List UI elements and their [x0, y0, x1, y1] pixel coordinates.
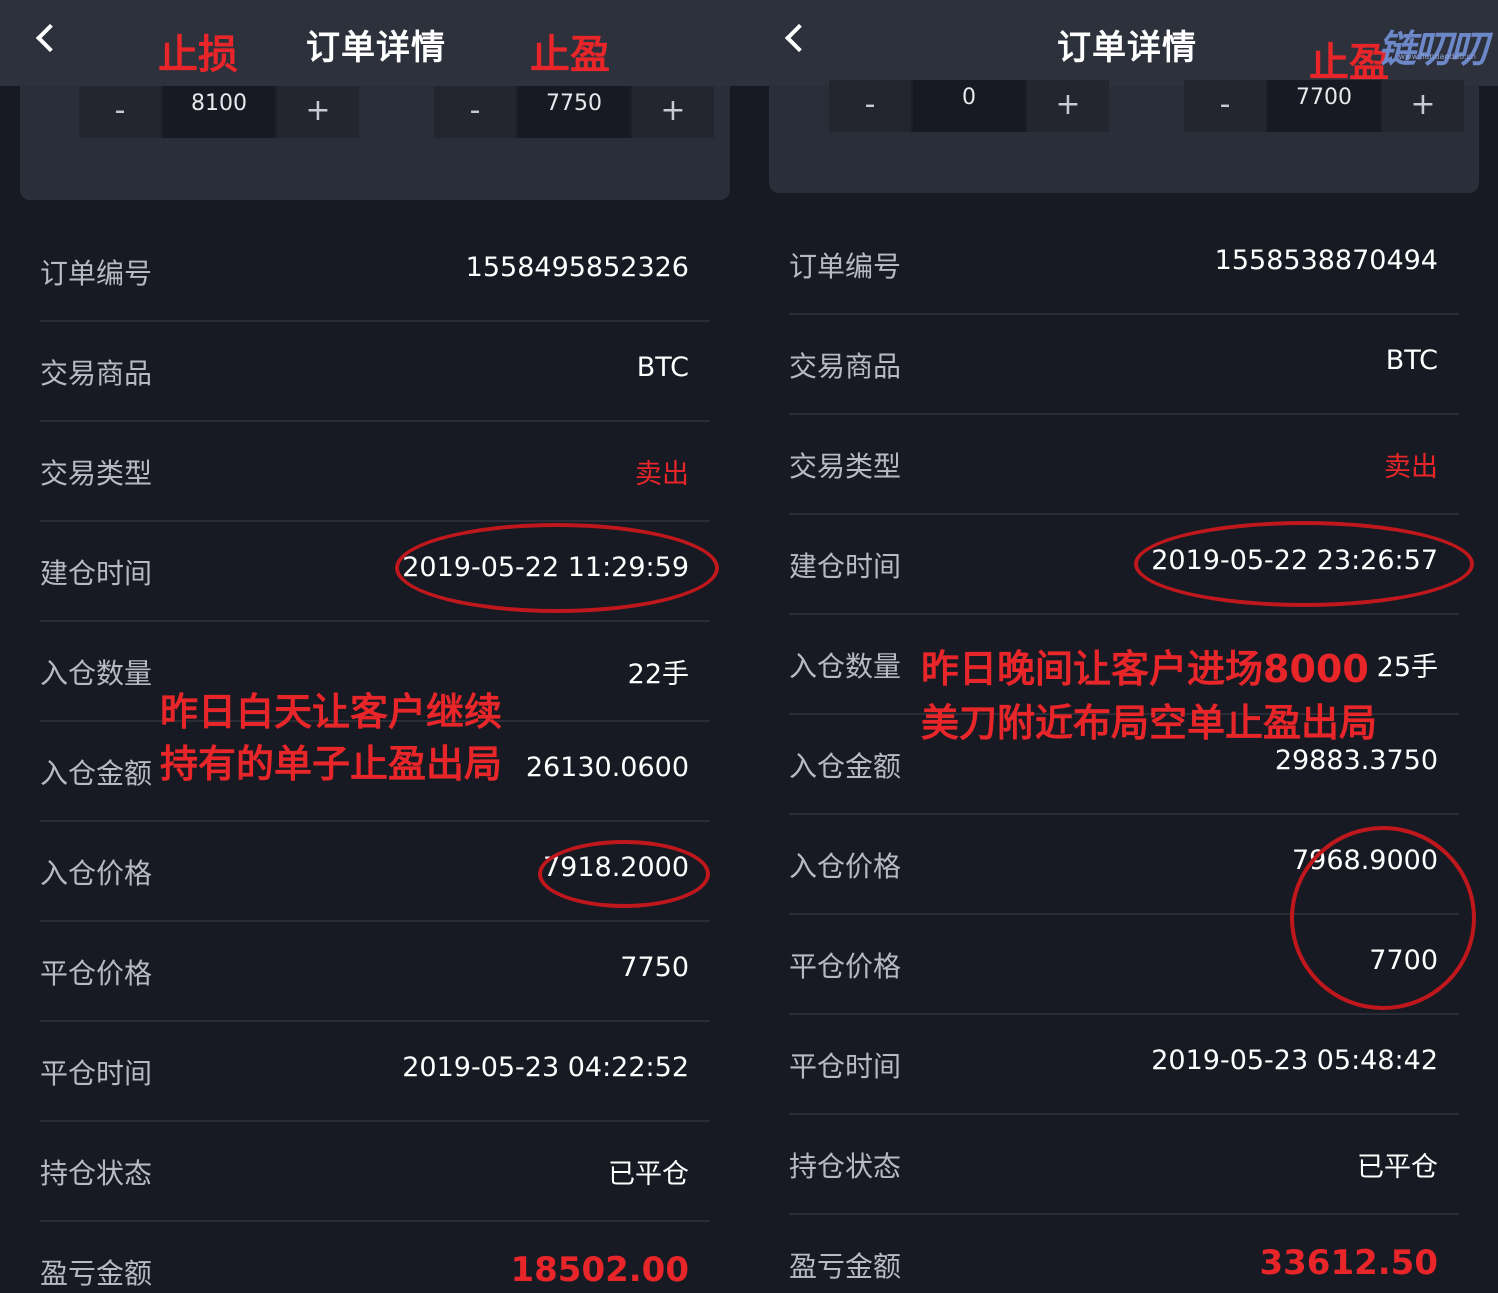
- take-profit-annotation: 止盈: [530, 32, 610, 78]
- pnl-value: 33612.50: [1259, 1243, 1438, 1283]
- stop-loss-plus-button[interactable]: +: [277, 86, 359, 138]
- row-value: 1558495852326: [465, 252, 689, 283]
- row-label: 入仓数量: [789, 650, 902, 683]
- row-value: 26130.0600: [525, 752, 689, 783]
- row-label: 交易类型: [40, 457, 153, 490]
- take-profit-minus-button[interactable]: -: [1184, 80, 1266, 132]
- row-label: 盈亏金额: [40, 1257, 153, 1290]
- row-value: 2019-05-23 04:22:52: [402, 1052, 689, 1083]
- row-value: 卖出: [1384, 452, 1438, 483]
- row-close-time: 平仓时间 2019-05-23 04:22:52: [40, 1020, 710, 1122]
- row-value: 22手: [627, 659, 689, 690]
- row-label: 入仓金额: [40, 757, 153, 790]
- row-value: BTC: [1385, 345, 1438, 376]
- page-title: 订单详情: [306, 28, 446, 68]
- row-close-price: 平仓价格 7750: [40, 920, 710, 1022]
- row-order-number: 订单编号 1558495852326: [40, 220, 710, 322]
- row-label: 平仓价格: [40, 957, 153, 990]
- stop-loss-annotation: 止损: [158, 32, 238, 78]
- row-value: 已平仓: [1357, 1152, 1438, 1183]
- stop-loss-value[interactable]: 0: [913, 80, 1025, 132]
- page-title: 订单详情: [1057, 28, 1197, 68]
- row-label: 入仓价格: [40, 857, 153, 890]
- take-profit-value[interactable]: 7750: [518, 86, 630, 138]
- row-value: BTC: [636, 352, 689, 383]
- stop-loss-minus-button[interactable]: -: [829, 80, 911, 132]
- nav-bar: 止损 订单详情 止盈: [0, 0, 749, 86]
- row-label: 入仓价格: [789, 850, 902, 883]
- stop-loss-minus-button[interactable]: -: [79, 86, 161, 138]
- row-label: 平仓时间: [40, 1057, 153, 1090]
- take-profit-stepper: - 7750 +: [434, 86, 714, 138]
- watermark-logo: 链叨叨: [1377, 27, 1488, 71]
- row-label: 平仓时间: [789, 1050, 902, 1083]
- highlight-circle: [1290, 826, 1476, 1010]
- highlight-circle: [395, 523, 719, 613]
- take-profit-plus-button[interactable]: +: [1382, 80, 1464, 132]
- highlight-circle: [538, 840, 710, 908]
- row-pnl: 盈亏金额 18502.00: [40, 1220, 710, 1293]
- take-profit-value[interactable]: 7700: [1268, 80, 1380, 132]
- stop-loss-plus-button[interactable]: +: [1027, 80, 1109, 132]
- row-label: 交易类型: [789, 450, 902, 483]
- row-pnl: 盈亏金额 33612.50: [789, 1213, 1459, 1293]
- back-icon[interactable]: [781, 18, 821, 64]
- nav-bar: 订单详情 止盈 链叨叨 www.liandaodao.cn: [749, 0, 1498, 86]
- row-label: 交易商品: [40, 357, 153, 390]
- annotation-text: 昨日晚间让客户进场8000 美刀附近布局空单止盈出局: [921, 642, 1377, 750]
- back-icon[interactable]: [32, 18, 72, 64]
- take-profit-stepper: - 7700 +: [1184, 80, 1464, 132]
- row-close-time: 平仓时间 2019-05-23 05:48:42: [789, 1013, 1459, 1115]
- annotation-line-1: 昨日晚间让客户进场8000: [921, 647, 1369, 691]
- row-label: 持仓状态: [789, 1150, 902, 1183]
- row-product: 交易商品 BTC: [40, 320, 710, 422]
- annotation-text: 昨日白天让客户继续 持有的单子止盈出局: [160, 686, 502, 790]
- row-label: 建仓时间: [789, 550, 902, 583]
- row-trade-type: 交易类型 卖出: [40, 420, 710, 522]
- annotation-line-2: 持有的单子止盈出局: [160, 742, 503, 786]
- take-profit-plus-button[interactable]: +: [632, 86, 714, 138]
- row-status: 持仓状态 已平仓: [789, 1113, 1459, 1215]
- row-label: 建仓时间: [40, 557, 153, 590]
- row-trade-type: 交易类型 卖出: [789, 413, 1459, 515]
- row-value: 卖出: [635, 459, 689, 490]
- right-order-panel: 订单详情 止盈 链叨叨 www.liandaodao.cn - 0 + - 77…: [749, 0, 1498, 1293]
- take-profit-minus-button[interactable]: -: [434, 86, 516, 138]
- row-value: 已平仓: [608, 1159, 689, 1190]
- row-label: 订单编号: [40, 257, 153, 290]
- row-label: 订单编号: [789, 250, 902, 283]
- annotation-line-2: 美刀附近布局空单止盈出局: [921, 701, 1378, 745]
- row-label: 平仓价格: [789, 950, 902, 983]
- watermark-url: www.liandaodao.cn: [1398, 52, 1476, 61]
- row-order-number: 订单编号 1558538870494: [789, 213, 1459, 315]
- row-status: 持仓状态 已平仓: [40, 1120, 710, 1222]
- stop-loss-stepper: - 8100 +: [79, 86, 359, 138]
- row-label: 盈亏金额: [789, 1250, 902, 1283]
- pnl-value: 18502.00: [510, 1250, 689, 1290]
- row-value: 2019-05-23 05:48:42: [1151, 1045, 1438, 1076]
- row-product: 交易商品 BTC: [789, 313, 1459, 415]
- left-order-panel: 止损 订单详情 止盈 - 8100 + - 7750 + 订单编号 155849…: [0, 0, 749, 1293]
- row-label: 入仓金额: [789, 750, 902, 783]
- row-value: 1558538870494: [1214, 245, 1438, 276]
- stop-loss-value[interactable]: 8100: [163, 86, 275, 138]
- stop-loss-stepper: - 0 +: [829, 80, 1109, 132]
- row-value: 25手: [1376, 652, 1438, 683]
- highlight-circle: [1134, 521, 1474, 607]
- row-label: 持仓状态: [40, 1157, 153, 1190]
- row-label: 入仓数量: [40, 657, 153, 690]
- annotation-line-1: 昨日白天让客户继续: [160, 690, 503, 734]
- row-label: 交易商品: [789, 350, 902, 383]
- row-value: 7750: [620, 952, 689, 983]
